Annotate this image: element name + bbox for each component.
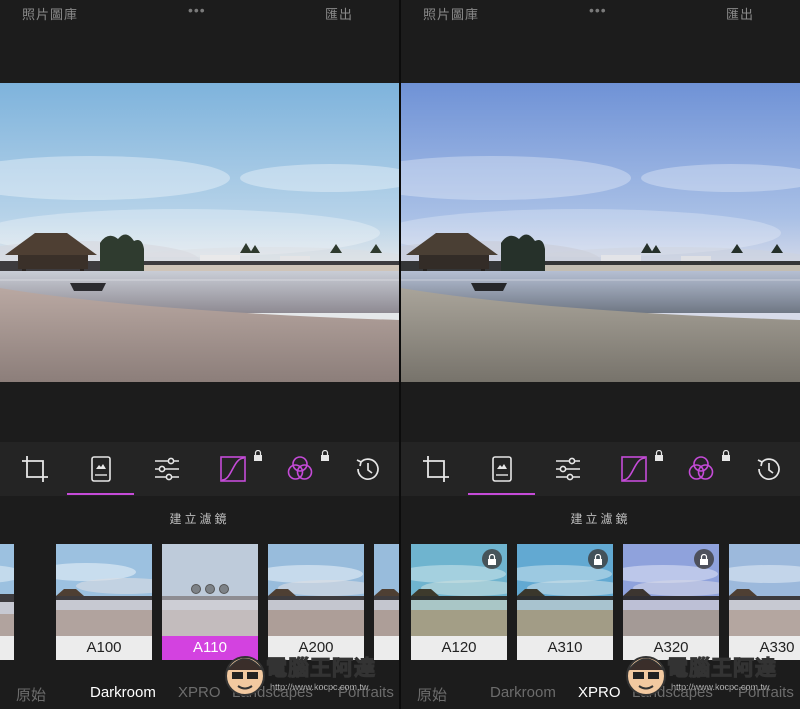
filter-strip: A100 A110 A200 [0,544,399,662]
filter-name: A100 [56,636,152,660]
locked-badge [694,549,714,569]
color-circles-icon [688,456,714,480]
adjust-tool[interactable] [150,452,184,486]
beach-photo [0,83,399,382]
tool-bar [0,442,399,496]
filter-card-a120[interactable]: A120 [411,544,507,660]
filter-thumbnail [56,544,152,636]
curves-tool[interactable] [617,452,651,486]
mascot-icon [225,656,265,696]
hsl-tool[interactable] [283,452,317,486]
category-xpro[interactable]: XPRO [578,684,621,701]
active-tool-indicator [67,493,134,495]
crop-icon [22,456,48,482]
history-tool[interactable] [751,452,785,486]
history-icon [757,458,780,480]
category-darkroom[interactable]: Darkroom [90,684,156,701]
crop-tool[interactable] [18,452,52,486]
filter-thumbnail [0,544,14,636]
filter-image-icon [91,456,111,482]
category-xpro[interactable]: XPRO [178,684,221,701]
filter-card[interactable] [374,544,399,660]
photo-library-button[interactable]: 照片圖庫 [22,4,78,23]
editor-panel-left: 照片圖庫 ••• 匯出 建立濾鏡 A100 A110 A200 原始 Darkr… [0,0,399,709]
sliders-icon [556,457,580,481]
sliders-icon [155,457,179,481]
watermark-url: http://www.kocpc.com.tw [270,682,369,692]
locked-badge [482,549,502,569]
lock-icon [254,450,262,461]
loading-dot [219,584,229,594]
loading-dot [205,584,215,594]
beach-photo [401,83,800,382]
mascot-icon [626,656,666,696]
filter-card-a330[interactable]: A330 [729,544,800,660]
watermark-text: 電腦王阿達 [667,657,777,681]
photo-preview-original[interactable] [0,83,399,382]
hsl-tool[interactable] [684,452,718,486]
loading-dot [191,584,201,594]
create-filter-label[interactable]: 建立濾鏡 [401,510,800,527]
lock-icon [488,553,496,565]
create-filter-label[interactable]: 建立濾鏡 [0,510,399,527]
tool-bar [401,442,800,496]
filters-tool[interactable] [485,452,519,486]
photo-library-button[interactable]: 照片圖庫 [423,4,479,23]
history-icon [356,458,379,480]
lock-icon [655,450,663,461]
filter-card[interactable] [0,544,14,660]
processing-overlay [162,544,258,636]
curves-icon [621,456,647,482]
filter-name [0,636,14,660]
photo-preview-filtered[interactable] [401,83,800,382]
filter-card-a100[interactable]: A100 [56,544,152,660]
more-options-button[interactable]: ••• [188,2,206,18]
category-original[interactable]: 原始 [16,684,46,705]
lock-icon [594,553,602,565]
filter-thumbnail [374,544,399,636]
category-original[interactable]: 原始 [417,684,447,705]
active-tool-indicator [468,493,535,495]
color-circles-icon [287,456,313,480]
category-darkroom[interactable]: Darkroom [490,684,556,701]
watermark: 電腦王阿達 http://www.kocpc.com.tw [623,650,800,702]
lock-icon [321,450,329,461]
filters-tool[interactable] [84,452,118,486]
lock-icon [722,450,730,461]
filter-card-a200[interactable]: A200 [268,544,364,660]
export-button[interactable]: 匯出 [726,4,754,23]
export-button[interactable]: 匯出 [325,4,353,23]
top-bar: 照片圖庫 ••• 匯出 [401,0,800,26]
watermark: 電腦王阿達 http://www.kocpc.com.tw [222,650,399,702]
crop-tool[interactable] [419,452,453,486]
adjust-tool[interactable] [551,452,585,486]
history-tool[interactable] [350,452,384,486]
filter-name: A310 [517,636,613,660]
filter-image-icon [492,456,512,482]
filter-name: A120 [411,636,507,660]
filter-card-a110[interactable]: A110 [162,544,258,660]
filter-card-a320[interactable]: A320 [623,544,719,660]
filter-thumbnail [268,544,364,636]
filter-thumbnail [729,544,800,636]
editor-panel-right: 照片圖庫 ••• 匯出 建立濾鏡 A120 A310 A320 A330 原始 … [401,0,800,709]
lock-icon [700,553,708,565]
filter-strip: A120 A310 A320 A330 [401,544,800,662]
curves-tool[interactable] [216,452,250,486]
filter-card-a310[interactable]: A310 [517,544,613,660]
crop-icon [423,456,449,482]
watermark-text: 電腦王阿達 [266,657,376,681]
more-options-button[interactable]: ••• [589,2,607,18]
locked-badge [588,549,608,569]
curves-icon [220,456,246,482]
watermark-url: http://www.kocpc.com.tw [671,682,770,692]
top-bar: 照片圖庫 ••• 匯出 [0,0,399,26]
